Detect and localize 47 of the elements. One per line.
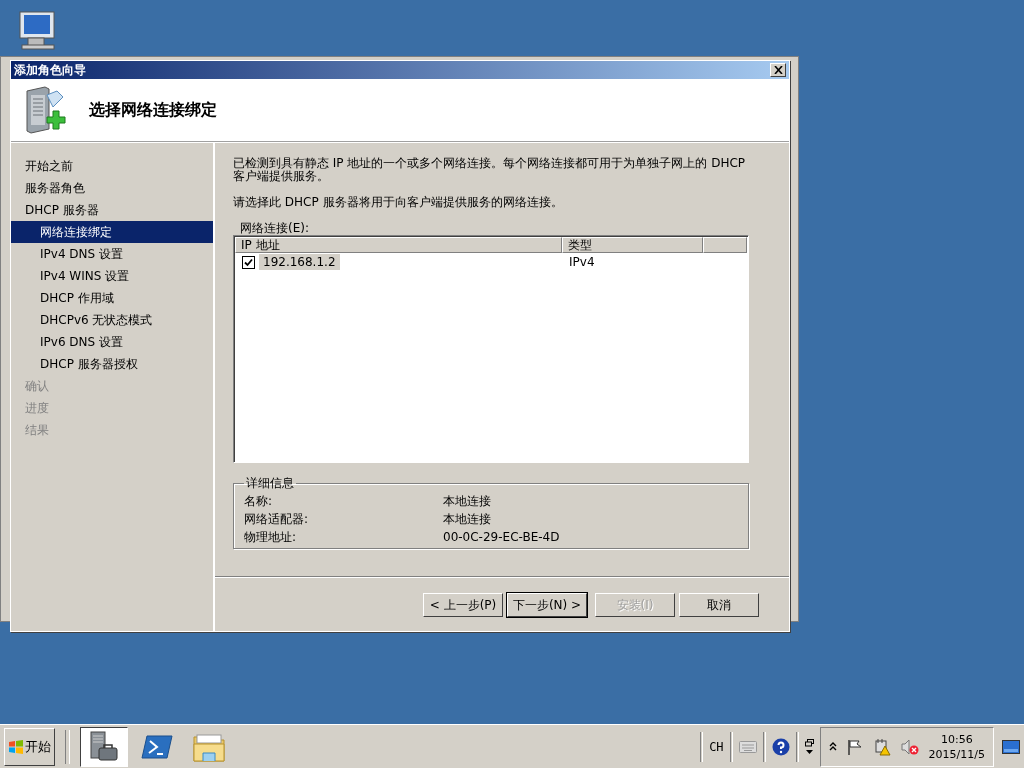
wizard-button[interactable]: 取消 xyxy=(679,593,759,617)
flag-icon[interactable] xyxy=(846,738,863,755)
close-icon xyxy=(773,66,783,74)
start-button[interactable]: 开始 xyxy=(4,727,55,766)
step-item[interactable]: IPv4 WINS 设置 xyxy=(11,265,213,287)
list-label: 网络连接(E): xyxy=(239,222,310,235)
step-item[interactable]: IPv6 DNS 设置 xyxy=(11,331,213,353)
step-item[interactable]: DHCP 服务器授权 xyxy=(11,353,213,375)
group-title: 详细信息 xyxy=(245,475,295,492)
step-item[interactable]: 服务器角色 xyxy=(11,177,213,199)
wizard-button[interactable]: 下一步(N) > xyxy=(507,593,587,617)
field-value: 00-0C-29-EC-BE-4D xyxy=(443,529,560,546)
wizard-button[interactable]: < 上一步(P) xyxy=(423,593,503,617)
step-item[interactable]: 开始之前 xyxy=(11,155,213,177)
step-item[interactable]: DHCPv6 无状态模式 xyxy=(11,309,213,331)
column-header[interactable]: IP 地址 xyxy=(235,237,562,253)
type-cell-text: IPv4 xyxy=(568,255,596,269)
field-label: 物理地址: xyxy=(244,529,298,546)
step-item[interactable]: 网络连接绑定 xyxy=(11,221,213,243)
windows-logo-icon xyxy=(8,738,24,755)
step-item[interactable]: DHCP 服务器 xyxy=(11,199,213,221)
clock-date: 2015/11/5 xyxy=(928,746,985,762)
close-button[interactable] xyxy=(770,63,786,77)
column-header[interactable] xyxy=(703,237,747,253)
instruction-text: 已检测到具有静态 IP 地址的一个或多个网络连接。每个网络连接都可用于为单独子网上的 DHCP 客户端提供服务。 xyxy=(233,157,747,183)
window-title: 添加角色向导 xyxy=(14,61,86,79)
clock-time: 10:56 xyxy=(940,731,973,747)
restore-toolbar-icon[interactable] xyxy=(804,738,814,755)
column-header[interactable]: 类型 xyxy=(562,237,703,253)
field-value: 本地连接 xyxy=(443,493,491,510)
field-label: 网络适配器: xyxy=(244,511,310,528)
field-value: 本地连接 xyxy=(443,511,491,528)
language-indicator[interactable]: CH xyxy=(709,739,724,754)
clock[interactable]: 10:56 2015/11/5 xyxy=(928,731,985,762)
speaker-muted-icon[interactable] xyxy=(900,738,919,755)
ip-address-item[interactable]: 192.168.1.2 xyxy=(259,254,340,270)
show-desktop-icon[interactable] xyxy=(1002,739,1020,754)
server-manager-taskbar-icon[interactable] xyxy=(80,726,128,767)
step-item[interactable]: IPv4 DNS 设置 xyxy=(11,243,213,265)
field-label: 名称: xyxy=(244,493,274,510)
page-heading: 选择网络连接绑定 xyxy=(89,99,217,121)
help-icon[interactable] xyxy=(771,737,790,756)
network-warning-icon[interactable] xyxy=(872,737,891,756)
instruction-text: 请选择此 DHCP 服务器将用于向客户端提供服务的网络连接。 xyxy=(233,196,564,209)
chevron-up-icon[interactable] xyxy=(828,742,837,751)
checkbox[interactable] xyxy=(242,255,255,269)
step-item[interactable]: DHCP 作用域 xyxy=(11,287,213,309)
